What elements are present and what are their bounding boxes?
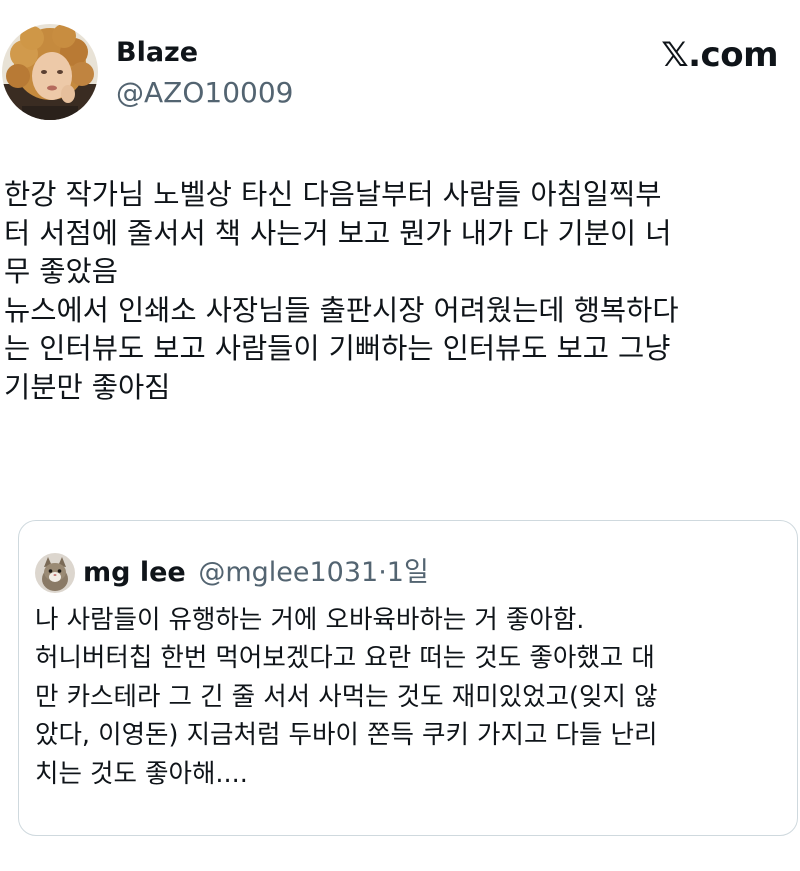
quote-header: mg lee @mglee1031·1일 (83, 553, 429, 593)
author-avatar[interactable] (2, 24, 98, 120)
quoted-tweet-card[interactable]: mg lee @mglee1031·1일 나 사람들이 유행하는 거에 오바육바… (18, 520, 798, 836)
x-logo: 𝕏.com (661, 35, 778, 75)
quote-line: 만 카스테라 그 긴 줄 서서 사먹는 것도 재미있었고(잊지 않 (35, 681, 658, 712)
tweet-line: 는 인터뷰도 보고 사람들이 기뻐하는 인터뷰도 보고 그냥 (4, 332, 671, 366)
quote-line: 나 사람들이 유행하는 거에 오바육바하는 거 좋아함. (35, 605, 585, 635)
quote-text: 나 사람들이 유행하는 거에 오바육바하는 거 좋아함. 허니버터칩 한번 먹어… (35, 601, 785, 793)
quote-line: 았다, 이영돈) 지금처럼 두바이 쫀득 쿠키 가지고 다들 난리 (35, 720, 658, 751)
tweet-text: 한강 작가님 노벨상 타신 다음날부터 사람들 아침일찍부 터 서점에 줄서서 … (4, 176, 796, 408)
author-name[interactable]: Blaze (116, 36, 198, 70)
cat-avatar-icon (35, 553, 75, 593)
tweet-line: 기분만 좋아짐 (4, 370, 171, 404)
tweet-line: 무 좋았음 (4, 255, 118, 289)
tweet-line: 뉴스에서 인쇄소 사장님들 출판시장 어려웠는데 행복하다 (4, 293, 679, 327)
quote-author-name[interactable]: mg lee (83, 557, 186, 588)
quote-line: 허니버터칩 한번 먹어보겠다고 요란 떠는 것도 좋아했고 대 (35, 643, 655, 674)
quote-author-meta[interactable]: @mglee1031·1일 (198, 557, 428, 588)
author-handle[interactable]: @AZO10009 (116, 76, 293, 110)
quote-author-avatar[interactable] (35, 553, 75, 593)
tweet-line: 한강 작가님 노벨상 타신 다음날부터 사람들 아침일찍부 (4, 178, 662, 211)
curly-hair-avatar-icon (2, 24, 98, 120)
quote-line: 치는 것도 좋아해.... (35, 758, 248, 789)
tweet-line: 터 서점에 줄서서 책 사는거 보고 뭔가 내가 다 기분이 너 (4, 216, 672, 250)
